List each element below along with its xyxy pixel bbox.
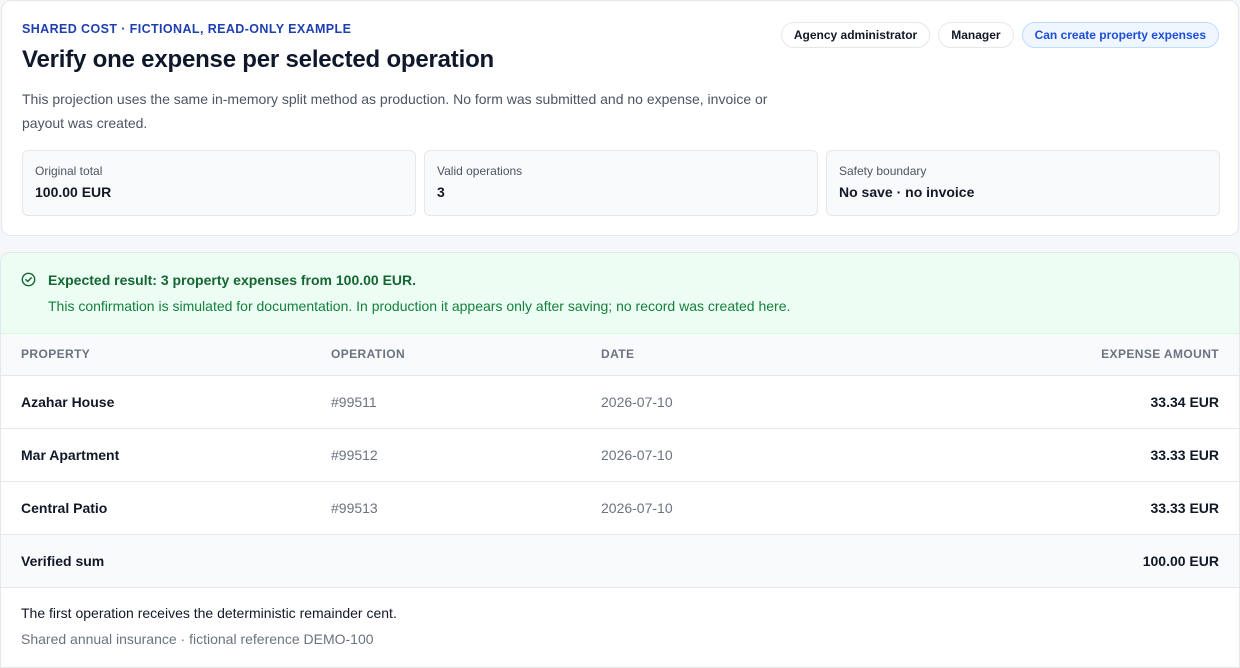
column-header-property: PROPERTY <box>21 347 91 362</box>
amount-cell: 33.33 EUR <box>1150 499 1219 516</box>
date-cell: 2026-07-10 <box>601 393 673 410</box>
success-note: This confirmation is simulated for docum… <box>48 298 791 314</box>
remainder-note: The first operation receives the determi… <box>21 605 397 621</box>
eyebrow-label: SHARED COST · FICTIONAL, READ-ONLY EXAMP… <box>22 22 352 36</box>
table-row: Azahar House #99511 2026-07-10 33.34 EUR <box>1 375 1239 428</box>
column-header-expense-amount: EXPENSE AMOUNT <box>1101 347 1219 362</box>
stat-safety-boundary: Safety boundary No save · no invoice <box>826 150 1220 216</box>
page-title: Verify one expense per selected operatio… <box>22 46 494 73</box>
stat-label: Valid operations <box>437 164 523 178</box>
date-cell: 2026-07-10 <box>601 446 673 463</box>
success-title: Expected result: 3 property expenses fro… <box>48 272 417 288</box>
table-row: Central Patio #99513 2026-07-10 33.33 EU… <box>1 481 1239 534</box>
role-badge-agency-administrator: Agency administrator <box>780 22 931 48</box>
property-cell: Mar Apartment <box>21 446 120 463</box>
stats-row: Original total 100.00 EUR Valid operatio… <box>22 150 1220 216</box>
stat-original-total: Original total 100.00 EUR <box>22 150 416 216</box>
column-header-operation: OPERATION <box>331 347 406 362</box>
reference-text: Shared annual insurance · fictional refe… <box>21 631 374 647</box>
role-badges: Agency administrator Manager Can create … <box>780 22 1219 48</box>
date-cell: 2026-07-10 <box>601 499 673 516</box>
amount-cell: 33.33 EUR <box>1150 446 1219 463</box>
stat-label: Safety boundary <box>839 164 927 178</box>
success-banner: Expected result: 3 property expenses fro… <box>1 253 1239 334</box>
stat-value: 3 <box>437 184 445 200</box>
property-cell: Central Patio <box>21 499 108 516</box>
table-row: Mar Apartment #99512 2026-07-10 33.33 EU… <box>1 428 1239 481</box>
check-circle-icon <box>21 272 36 287</box>
operation-cell: #99513 <box>331 499 378 516</box>
role-badge-manager: Manager <box>938 22 1014 48</box>
stat-value: 100.00 EUR <box>35 184 112 200</box>
expense-summary-card: SHARED COST · FICTIONAL, READ-ONLY EXAMP… <box>1 0 1239 236</box>
stat-valid-operations: Valid operations 3 <box>424 150 818 216</box>
column-header-date: DATE <box>601 347 635 362</box>
amount-cell: 33.34 EUR <box>1150 393 1219 410</box>
result-panel: Expected result: 3 property expenses fro… <box>0 252 1240 668</box>
permission-badge-create-expenses: Can create property expenses <box>1021 22 1219 48</box>
table-header-row: PROPERTY OPERATION DATE EXPENSE AMOUNT <box>1 334 1239 375</box>
property-cell: Azahar House <box>21 393 115 410</box>
page-description: This projection uses the same in-memory … <box>22 91 768 131</box>
total-label: Verified sum <box>21 552 105 569</box>
expense-table: PROPERTY OPERATION DATE EXPENSE AMOUNT A… <box>1 334 1239 588</box>
operation-cell: #99512 <box>331 446 378 463</box>
stat-label: Original total <box>35 164 103 178</box>
stat-value: No save · no invoice <box>839 184 975 200</box>
total-amount: 100.00 EUR <box>1142 552 1219 569</box>
operation-cell: #99511 <box>331 393 377 410</box>
total-row: Verified sum 100.00 EUR <box>1 534 1239 587</box>
